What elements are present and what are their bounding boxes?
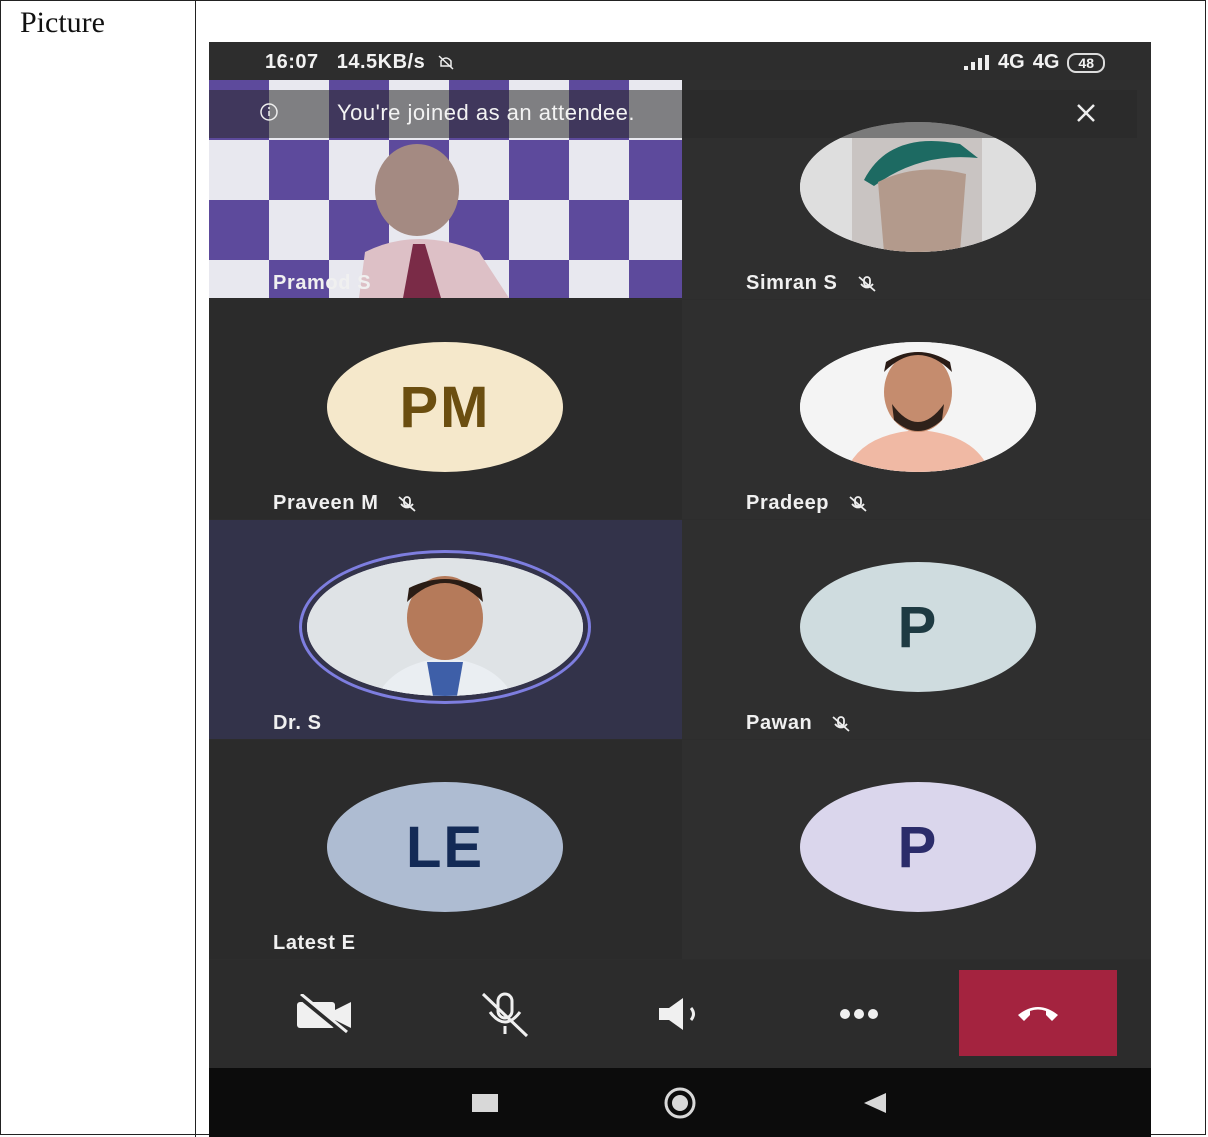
camera-toggle-button[interactable] [285,984,365,1044]
participant-tile-praveen[interactable]: PM Praveen M [209,300,682,519]
network-type-2: 4G [1032,51,1060,73]
info-icon [260,103,278,121]
avatar-initials: P [800,562,1036,692]
avatar-photo-speaking [307,558,583,696]
mic-muted-icon [398,495,417,512]
participant-tile-dr-s[interactable]: Dr. S [209,520,682,739]
mic-muted-icon [832,715,850,732]
recents-button[interactable] [465,1086,505,1120]
row-label: Picture [20,6,105,39]
hang-up-icon [1018,1007,1058,1021]
speaker-icon [659,998,695,1030]
avatar-photo [800,122,1036,252]
triangle-back-icon [864,1093,886,1113]
avatar-initials: P [800,782,1036,912]
participant-tile-latest-e[interactable]: LE Latest E [209,740,682,959]
camera-off-icon [297,994,351,1034]
home-button[interactable] [660,1086,700,1120]
participant-name: Latest E [273,932,356,954]
hang-up-button[interactable] [959,970,1117,1056]
presenter-figure [359,144,509,298]
attendee-banner: You're joined as an attendee. [209,90,1137,138]
network-speed: 14.5KB/s [336,51,426,73]
participant-tile-pawan[interactable]: P Pawan [682,520,1151,739]
banner-message: You're joined as an attendee. [337,100,636,125]
mic-toggle-button[interactable] [465,984,545,1044]
mic-muted-icon [857,275,876,292]
network-type-1: 4G [998,51,1025,73]
status-time: 16:07 [265,51,319,73]
square-icon [472,1094,498,1112]
mic-muted-icon [849,495,867,512]
avatar-initials: LE [327,782,563,912]
participant-tile-p[interactable]: P [682,740,1151,959]
participant-name: Simran S [746,272,878,295]
table-divider [195,0,196,1137]
mic-off-icon [481,992,529,1038]
participant-name: Pradeep [746,492,869,515]
participant-name: Dr. S [273,712,322,734]
circle-icon [664,1087,696,1119]
more-icon [840,1009,878,1019]
participant-name: Pawan [746,712,852,735]
phone-screenshot: Pramod S Simran S PM Praveen M Pradeep D… [209,42,1151,1137]
participant-name: Pramod S [273,272,372,294]
more-options-button[interactable] [819,984,899,1044]
avatar-photo [800,342,1036,472]
speaker-button[interactable] [643,984,723,1044]
bell-off-icon [438,55,454,70]
status-bar: 16:07 14.5KB/s 4G 4G 48 [209,42,1151,82]
back-button[interactable] [855,1086,895,1120]
participant-tile-pradeep[interactable]: Pradeep [682,300,1151,519]
signal-bars-icon [964,54,990,70]
call-controls [209,960,1151,1068]
android-nav-bar [209,1068,1151,1137]
participant-name: Praveen M [273,492,418,515]
avatar-initials: PM [327,342,563,472]
battery-level: 48 [1067,52,1105,73]
close-icon[interactable] [1073,100,1099,126]
